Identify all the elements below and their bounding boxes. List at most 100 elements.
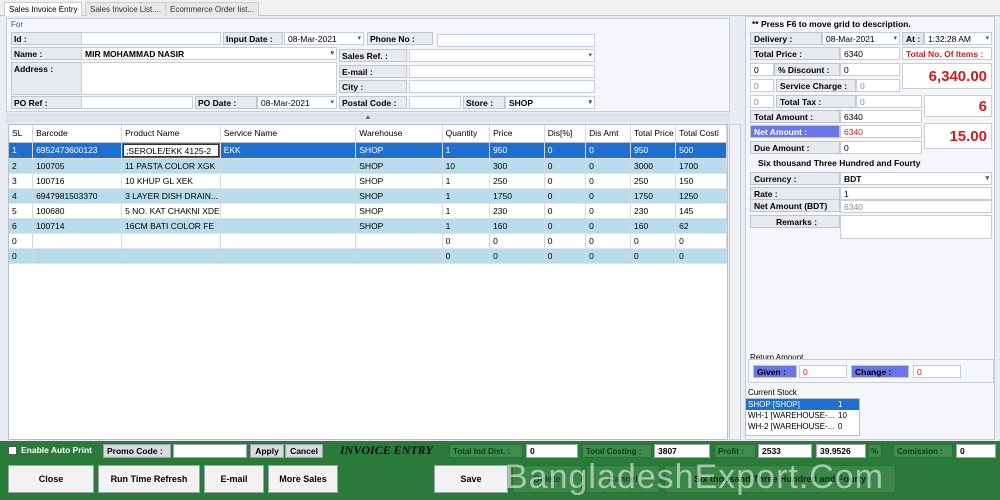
table-row[interactable]: 3 100716 10 KHUP GL XEK SHOP 1 250 0 0 250 150	[9, 173, 727, 189]
table-cell[interactable]: 5	[9, 203, 34, 219]
tab-sales-invoice-entry[interactable]: Sales Invoice Entry	[4, 2, 83, 16]
table-cell[interactable]	[220, 233, 357, 249]
table-cell[interactable]	[220, 218, 357, 234]
discount-field[interactable]: 0	[840, 63, 900, 76]
table-cell[interactable]: 0	[585, 188, 632, 204]
column-header[interactable]: Dis Amt	[585, 125, 632, 143]
table-cell[interactable]: SHOP	[355, 188, 443, 204]
close-button[interactable]: Close	[8, 465, 94, 493]
column-header[interactable]: Product Name	[121, 125, 221, 143]
column-header[interactable]: Service Name	[220, 125, 357, 143]
table-cell[interactable]: 500	[675, 142, 727, 159]
table-cell[interactable]	[32, 248, 123, 264]
promo-code-field[interactable]	[173, 444, 247, 458]
table-cell[interactable]: 0	[585, 203, 632, 219]
grid-scrollbar[interactable]	[729, 124, 741, 440]
column-header[interactable]: Barcode	[32, 125, 123, 143]
input-date-picker[interactable]: 08-Mar-2021	[284, 32, 364, 45]
table-cell[interactable]: 160	[489, 218, 545, 234]
table-cell[interactable]	[355, 248, 443, 264]
table-cell[interactable]: 6947981503370	[32, 188, 123, 204]
table-cell[interactable]: 3	[9, 173, 34, 189]
table-cell[interactable]: 0	[585, 233, 632, 249]
remarks-field[interactable]	[840, 215, 992, 239]
table-cell[interactable]: 0	[544, 188, 587, 204]
table-cell[interactable]: 145	[675, 203, 727, 219]
table-cell[interactable]	[220, 188, 357, 204]
table-cell[interactable]: 0	[9, 233, 34, 249]
address-field[interactable]	[81, 62, 337, 95]
column-header[interactable]: Quantity	[442, 125, 491, 143]
table-cell[interactable]: 1700	[675, 158, 727, 174]
table-cell[interactable]: 0	[544, 173, 587, 189]
customer-name-select[interactable]: MIR MOHAMMAD NASIR	[81, 47, 337, 60]
table-cell[interactable]: 0	[489, 248, 545, 264]
column-header[interactable]: Warehouse	[355, 125, 443, 143]
table-cell[interactable]: SHOP	[355, 158, 443, 174]
table-cell[interactable]: 3000	[630, 158, 677, 174]
table-cell[interactable]: 0	[442, 248, 491, 264]
table-cell[interactable]: SHOP	[355, 218, 443, 234]
tax-left-field[interactable]: 0	[750, 95, 774, 108]
table-cell[interactable]: 6	[9, 218, 34, 234]
column-header[interactable]: SL	[9, 125, 34, 143]
table-cell[interactable]	[220, 173, 357, 189]
table-cell[interactable]: SHOP	[355, 173, 443, 189]
table-cell[interactable]: 62	[675, 218, 727, 234]
table-cell[interactable]: 0	[544, 158, 587, 174]
table-cell[interactable]: 0	[675, 248, 727, 264]
delivery-date-picker[interactable]: 08-Mar-2021	[822, 32, 900, 45]
email-field[interactable]	[409, 65, 595, 78]
column-header[interactable]: Dis[%]	[544, 125, 587, 143]
table-row[interactable]: 0000000	[9, 233, 727, 249]
discount-left-field[interactable]: 0	[750, 63, 774, 76]
table-row[interactable]: 2 100705 11 PASTA COLOR XGK SHOP 10 300 0 0 3000…	[9, 158, 727, 174]
column-header[interactable]: Total Costi	[675, 125, 727, 143]
service-left-field[interactable]: 0	[750, 79, 774, 92]
tab-sales-invoice-list[interactable]: Sales Invoice List....	[85, 2, 167, 16]
promo-cancel-button[interactable]: Cancel	[285, 444, 323, 458]
table-cell[interactable]	[220, 158, 357, 174]
run-time-refresh-button[interactable]: Run Time Refresh	[98, 465, 200, 493]
table-cell[interactable]: 0	[675, 233, 727, 249]
column-header[interactable]: Total Price	[630, 125, 677, 143]
table-cell[interactable]: 0	[585, 248, 632, 264]
table-cell[interactable]	[32, 233, 123, 249]
table-cell[interactable]: 1	[442, 203, 491, 219]
time-picker[interactable]: 1:32:28 AM	[924, 32, 992, 45]
table-row[interactable]: 1 6952473600123 ;SEROLE/EKK 4125-2 EKK SHOP 1…	[9, 142, 727, 159]
table-cell[interactable]: 950	[630, 142, 677, 159]
table-cell[interactable]: 6952473600123	[32, 142, 123, 159]
stock-list-item[interactable]: WH-2 [WAREHOUSE-... 0	[746, 421, 859, 432]
sales-ref-select[interactable]	[409, 49, 595, 62]
table-cell[interactable]: 250	[630, 173, 677, 189]
rate-field[interactable]: 1	[840, 187, 992, 200]
total-tax-field[interactable]: 0	[856, 95, 922, 108]
table-cell[interactable]: 0	[489, 233, 545, 249]
table-cell[interactable]: 1	[9, 142, 34, 159]
table-row[interactable]: 5 100680 5 NO. KAT CHAKNI XDE SHOP 1 230 0 0 230…	[9, 203, 727, 219]
table-cell[interactable]	[220, 248, 357, 264]
table-cell[interactable]: 100680	[32, 203, 123, 219]
splitter-handle[interactable]: ▲	[6, 113, 730, 122]
table-cell[interactable]: 1750	[489, 188, 545, 204]
table-cell[interactable]: 0	[544, 203, 587, 219]
table-cell[interactable]: 100714	[32, 218, 123, 234]
table-cell[interactable]: 5 NO. KAT CHAKNI XDE	[121, 203, 221, 219]
table-cell[interactable]: 1	[442, 142, 491, 159]
table-row[interactable]: 6 100714 16CM BATI COLOR FE SHOP 1 160 0 0 160 62	[9, 218, 727, 234]
apply-button[interactable]: Apply	[250, 444, 284, 458]
store-select[interactable]: SHOP	[505, 96, 595, 109]
table-cell[interactable]: 3 LAYER DISH DRAIN...	[121, 188, 221, 204]
po-date-picker[interactable]: 08-Mar-2021	[257, 96, 337, 109]
tab-ecommerce-order-list[interactable]: Ecommerce Order list...	[165, 2, 260, 16]
table-cell[interactable]: 0	[544, 233, 587, 249]
currency-select[interactable]: BDT	[840, 172, 992, 185]
table-cell[interactable]: 230	[489, 203, 545, 219]
table-cell[interactable]	[121, 233, 221, 249]
save-button[interactable]: Save	[434, 465, 508, 493]
table-cell[interactable]: 0	[544, 218, 587, 234]
table-cell[interactable]: ;SEROLE/EKK 4125-2	[121, 142, 221, 159]
service-charge-field[interactable]: 0	[856, 79, 900, 92]
table-cell[interactable]: 4	[9, 188, 34, 204]
